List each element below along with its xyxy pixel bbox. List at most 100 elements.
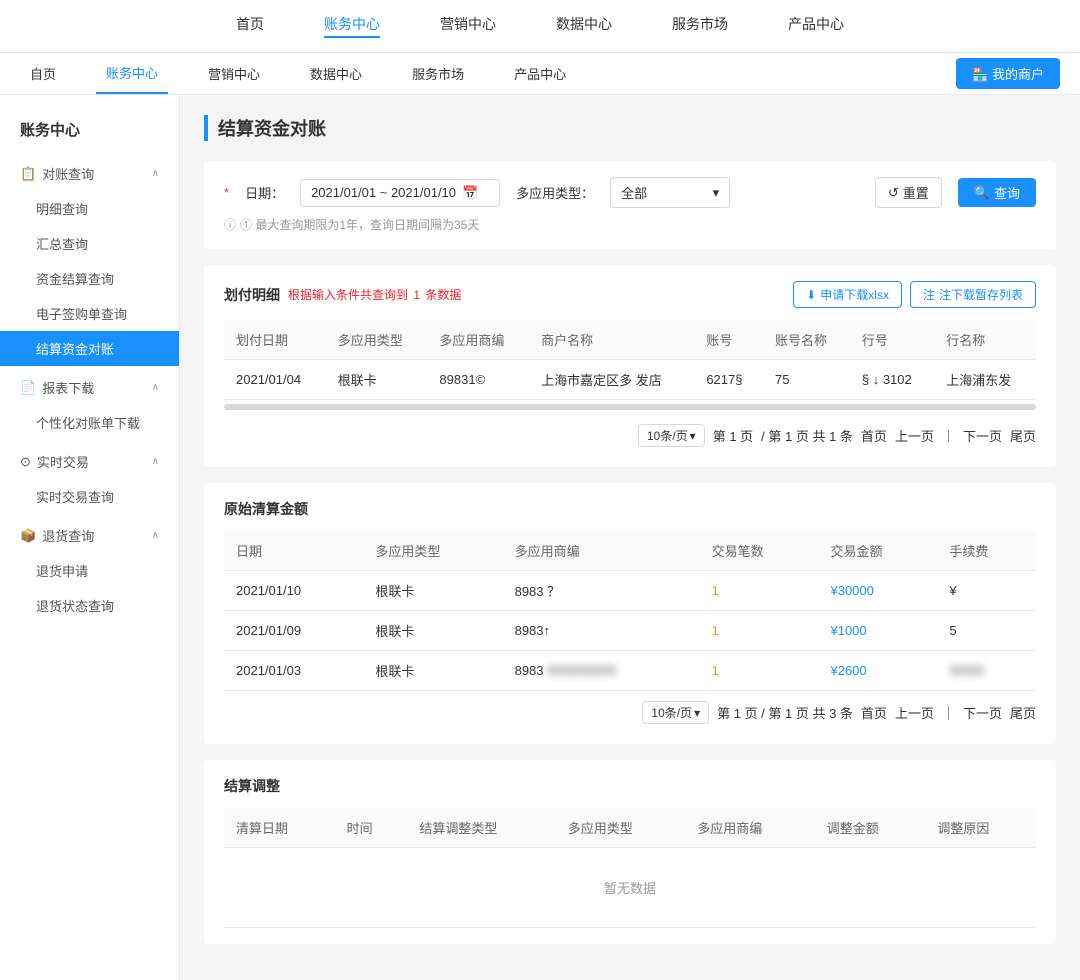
- second-nav-product[interactable]: 产品中心: [504, 54, 576, 93]
- page-next-link[interactable]: 下一页: [963, 426, 1002, 445]
- cell-app-type: 根联卡: [326, 360, 428, 400]
- refund-icon: 📦: [20, 528, 36, 544]
- sidebar-item-settlement-reconciliation[interactable]: 结算资金对账: [0, 331, 179, 366]
- os-page-next-link[interactable]: 下一页: [963, 703, 1002, 722]
- os-cell-fee-3: XXXX: [937, 651, 1036, 691]
- sa-col-type: 结算调整类型: [407, 808, 555, 848]
- my-merchant-button[interactable]: 🏪 我的商户: [956, 58, 1060, 89]
- sidebar-group-refund: 📦 退货查询 ∧ 退货申请 退货状态查询: [0, 518, 179, 623]
- col-app-code: 多应用商编: [427, 320, 529, 360]
- settlement-adjustment-table: 清算日期 时间 结算调整类型 多应用类型 多应用商编 调整金额 调整原因 暂无数…: [224, 808, 1036, 928]
- os-cell-fee-1: ¥: [937, 571, 1036, 611]
- realtime-label: 实时交易: [37, 452, 89, 471]
- second-nav-home[interactable]: 自页: [20, 54, 66, 93]
- sidebar-item-summary-query[interactable]: 汇总查询: [0, 226, 179, 261]
- sidebar-item-esign-query[interactable]: 电子签购单查询: [0, 296, 179, 331]
- col-bank-code: 行号: [850, 320, 934, 360]
- no-data-text: 暂无数据: [236, 858, 1024, 917]
- col-account-name: 账号名称: [763, 320, 850, 360]
- os-cell-date-2: 2021/01/09: [224, 611, 363, 651]
- blurred-fee: XXXX: [949, 663, 984, 678]
- sa-col-amount: 调整金额: [815, 808, 926, 848]
- calendar-icon: 📅: [462, 185, 478, 201]
- os-col-date: 日期: [224, 531, 363, 571]
- sidebar-group-header-reconciliation[interactable]: 📋 对账查询 ∧: [0, 156, 179, 191]
- sidebar-item-capital-query[interactable]: 资金结算查询: [0, 261, 179, 296]
- table-row: 暂无数据: [224, 848, 1036, 928]
- second-nav-service[interactable]: 服务市场: [402, 54, 474, 93]
- os-cell-apptype-1: 根联卡: [363, 571, 502, 611]
- sidebar-group-header-reports[interactable]: 📄 报表下载 ∧: [0, 370, 179, 405]
- sidebar-item-refund-status[interactable]: 退货状态查询: [0, 588, 179, 623]
- reset-button[interactable]: ↺ 重置: [875, 177, 942, 208]
- download-xlsx-button[interactable]: ⬇ 申请下载xlsx: [793, 281, 902, 308]
- payment-detail-table-wrap: 划付日期 多应用类型 多应用商编 商户名称 账号 账号名称 行号 行名称 202: [224, 320, 1036, 414]
- os-page-divider: ｜: [942, 703, 955, 722]
- chevron-reconciliation-icon: ∧: [152, 168, 159, 179]
- sidebar-group-reports: 📄 报表下载 ∧ 个性化对账单下载: [0, 370, 179, 440]
- save-icon: 注: [923, 286, 935, 303]
- save-list-button[interactable]: 注 注下载暂存列表: [910, 281, 1036, 308]
- table-row: 2021/01/09 根联卡 8983↑ 1 ¥1000 5: [224, 611, 1036, 651]
- info-icon: ⓘ: [224, 216, 236, 233]
- date-input[interactable]: 2021/01/01 ~ 2021/01/10 📅: [300, 179, 500, 207]
- original-settlement-pagination: 10条/页 ▾ 第 1 页 / 第 1 页 共 3 条 首页 上一页 ｜ 下一页…: [224, 691, 1036, 728]
- filter-hint: ⓘ ① 最大查询期限为1年，查询日期间隔为35天: [224, 216, 1036, 233]
- sidebar-group-header-realtime[interactable]: ⊙ 实时交易 ∧: [0, 444, 179, 479]
- sidebar-group-header-refund[interactable]: 📦 退货查询 ∧: [0, 518, 179, 553]
- sidebar-item-personal-download[interactable]: 个性化对账单下载: [0, 405, 179, 440]
- second-nav-finance[interactable]: 账务中心: [96, 53, 168, 94]
- sidebar-group-reconciliation: 📋 对账查询 ∧ 明细查询 汇总查询 资金结算查询 电子签购单查询 结算资金对账: [0, 156, 179, 366]
- page-last-link[interactable]: 尾页: [1010, 426, 1036, 445]
- app-type-select[interactable]: 全部 ▾: [610, 177, 730, 208]
- date-value: 2021/01/01 ~ 2021/01/10: [311, 185, 456, 200]
- nav-data[interactable]: 数据中心: [556, 14, 612, 38]
- realtime-icon: ⊙: [20, 454, 31, 470]
- query-button[interactable]: 🔍 查询: [958, 178, 1036, 207]
- page-prev-link[interactable]: 上一页: [895, 426, 934, 445]
- reset-icon: ↺: [888, 185, 899, 201]
- app-type-label: 多应用类型：: [516, 183, 594, 202]
- reports-label: 报表下载: [42, 378, 94, 397]
- sidebar-item-detail-query[interactable]: 明细查询: [0, 191, 179, 226]
- nav-product[interactable]: 产品中心: [788, 14, 844, 38]
- os-col-fee: 手续费: [937, 531, 1036, 571]
- sidebar-item-refund-apply[interactable]: 退货申请: [0, 553, 179, 588]
- nav-home[interactable]: 首页: [236, 14, 264, 38]
- os-per-page-select[interactable]: 10条/页 ▾: [642, 701, 709, 724]
- payment-detail-section: 划付明细 根据输入条件共查询到 1 条数据 ⬇ 申请下载xlsx 注 注下载暂存…: [204, 265, 1056, 467]
- second-nav-marketing[interactable]: 营销中心: [198, 54, 270, 93]
- per-page-select[interactable]: 10条/页 ▾: [638, 424, 705, 447]
- os-col-tx-count: 交易笔数: [700, 531, 819, 571]
- nav-service[interactable]: 服务市场: [672, 14, 728, 38]
- chevron-down-icon: ▾: [713, 185, 720, 201]
- hint-text: ① 最大查询期限为1年，查询日期间隔为35天: [240, 216, 479, 233]
- os-col-app-code: 多应用商编: [503, 531, 700, 571]
- search-icon: 🔍: [974, 185, 990, 201]
- cell-merchant-name: 上海市嘉定区多 发店: [529, 360, 694, 400]
- second-nav-data[interactable]: 数据中心: [300, 54, 372, 93]
- os-cell-txcount-3: 1: [700, 651, 819, 691]
- sidebar-item-realtime-query[interactable]: 实时交易查询: [0, 479, 179, 514]
- col-pay-date: 划付日期: [224, 320, 326, 360]
- page-first-link[interactable]: 首页: [861, 426, 887, 445]
- payment-detail-table: 划付日期 多应用类型 多应用商编 商户名称 账号 账号名称 行号 行名称 202: [224, 320, 1036, 400]
- os-page-prev-link[interactable]: 上一页: [895, 703, 934, 722]
- os-cell-appcode-2: 8983↑: [503, 611, 700, 651]
- os-cell-txcount-1: 1: [700, 571, 819, 611]
- date-required-mark: *: [224, 185, 229, 200]
- os-page-last-link[interactable]: 尾页: [1010, 703, 1036, 722]
- cell-app-code: 89831©: [427, 360, 529, 400]
- sa-col-app-type: 多应用类型: [556, 808, 686, 848]
- os-page-first-link[interactable]: 首页: [861, 703, 887, 722]
- nav-finance[interactable]: 账务中心: [324, 14, 380, 38]
- horizontal-scrollbar[interactable]: [224, 404, 1036, 410]
- download-icon: ⬇: [806, 288, 816, 302]
- no-data-cell: 暂无数据: [224, 848, 1036, 928]
- table-row: 2021/01/03 根联卡 8983 XXXXXXXX 1 ¥2600 XXX…: [224, 651, 1036, 691]
- nav-marketing[interactable]: 营销中心: [440, 14, 496, 38]
- payment-detail-desc: 根据输入条件共查询到 1 条数据: [288, 286, 461, 303]
- per-page-chevron-icon: ▾: [690, 429, 696, 443]
- cell-account-no: 6217§: [694, 360, 763, 400]
- os-col-tx-amount: 交易金额: [818, 531, 937, 571]
